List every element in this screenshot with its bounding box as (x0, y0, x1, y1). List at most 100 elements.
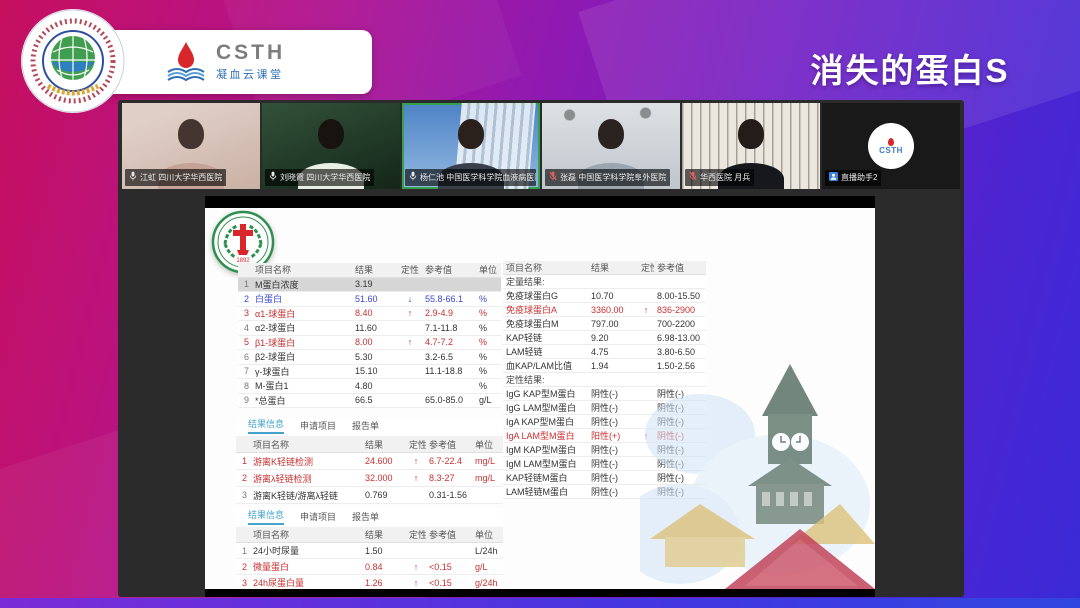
table-row[interactable]: 2微量蛋白0.84↑<0.15g/L (236, 559, 503, 575)
table-row[interactable]: 5β1-球蛋白8.00↑4.7-7.2% (238, 336, 501, 351)
cell-unit: % (476, 323, 501, 333)
participant-name: 刘晓霞 四川大学华西医院 (280, 173, 370, 183)
cell-reference: 55.8-66.1 (422, 294, 476, 304)
table-row[interactable]: KAP轻链M蛋白阴性(-)阴性(-) (503, 471, 706, 485)
col-header-1: 项目名称 (250, 528, 362, 541)
video-thumbnail-3[interactable]: 杨仁池 中国医学科学院血液病医院 (402, 103, 540, 189)
cell-result: 24.600 (362, 456, 406, 466)
table-row[interactable]: 2白蛋白51.60↓55.8-66.1% (238, 292, 501, 307)
table-row[interactable]: 324h尿蛋白量1.26↑<0.15g/24h (236, 575, 503, 589)
tab-3[interactable]: 报告单 (352, 510, 379, 525)
cell-item-name: 24h尿蛋白量 (250, 576, 362, 589)
table-row[interactable]: IgM KAP型M蛋白阴性(-)阴性(-) (503, 443, 706, 457)
cell-unit: % (476, 308, 501, 318)
col-header-5: 单位 (476, 263, 501, 276)
cell-result: 阴性(-) (588, 443, 638, 456)
cell-result: 1.26 (362, 578, 406, 588)
tab-2[interactable]: 申请项目 (300, 510, 336, 525)
video-thumbnail-2[interactable]: 刘晓霞 四川大学华西医院 (262, 103, 400, 189)
table-row[interactable]: IgM LAM型M蛋白阴性(-)阴性(-) (503, 457, 706, 471)
table-row[interactable]: LAM轻链M蛋白阴性(-)阴性(-) (503, 485, 706, 499)
cell-result: 5.30 (352, 352, 398, 362)
cell-reference: 836-2900 (654, 305, 706, 315)
table-row[interactable]: 3游离K轻链/游离λ轻链0.7690.31-1.56 (236, 487, 503, 504)
cell-index: 3 (236, 490, 250, 500)
cell-item-name: M-蛋白1 (252, 379, 352, 392)
table-row[interactable]: IgA LAM型M蛋白阳性(+)↑阴性(-) (503, 429, 706, 443)
tab-3[interactable]: 报告单 (352, 419, 379, 434)
table-row[interactable]: 9*总蛋白66.565.0-85.0g/L (238, 394, 501, 409)
video-thumbnail-4[interactable]: 张磊 中国医学科学院阜外医院 (542, 103, 680, 189)
cell-unit: % (476, 366, 501, 376)
cell-reference: 4.7-7.2 (422, 337, 476, 347)
mic-icon (409, 171, 417, 184)
table-row[interactable]: 124小时尿量1.50L/24h (236, 543, 503, 559)
participant-name: 张磊 中国医学科学院阜外医院 (560, 173, 666, 183)
cell-item-name: IgA LAM型M蛋白 (503, 429, 588, 442)
table-row[interactable]: 定性结果: (503, 373, 706, 387)
cell-result: 阴性(-) (588, 485, 638, 498)
cell-reference: 2.9-4.9 (422, 308, 476, 318)
cell-reference: 阴性(-) (654, 415, 706, 428)
cell-unit: g/L (476, 395, 501, 405)
cell-result: 11.60 (352, 323, 398, 333)
table-tabbar: 结果信息 申请项目 报告单 (236, 417, 503, 434)
table-row[interactable]: 1游离K轻链检测24.600↑6.7-22.4mg/L (236, 453, 503, 470)
table-row[interactable]: 3α1-球蛋白8.40↑2.9-4.9% (238, 307, 501, 322)
table-header-row: 项目名称结果定性参考值单位 (236, 527, 503, 543)
cell-result: 51.60 (352, 294, 398, 304)
table-row[interactable]: 血KAP/LAM比值1.941.50-2.56 (503, 359, 706, 373)
csth-subtitle: 凝血云课堂 (216, 66, 285, 82)
col-header-3: 定性 (398, 263, 422, 276)
cell-item-name: 游离K轻链检测 (250, 455, 362, 468)
table-row[interactable]: 8M-蛋白14.80% (238, 379, 501, 394)
table-row[interactable]: 1M蛋白浓度3.19 (238, 278, 501, 293)
cell-result: 阳性(+) (588, 429, 638, 442)
participant-name: 直播助手2 (841, 173, 877, 183)
cell-item-name: 微量蛋白 (250, 560, 362, 573)
cell-result: 4.80 (352, 381, 398, 391)
participant-name: 杨仁池 中国医学科学院血液病医院 (420, 173, 536, 183)
table-row[interactable]: 定量结果: (503, 275, 706, 289)
video-thumbnail-5[interactable]: 华西医院 月兵 (682, 103, 820, 189)
cell-result: 阴性(-) (588, 401, 638, 414)
cell-reference: 阴性(-) (654, 401, 706, 414)
table-row[interactable]: 4α2-球蛋白11.607.1-11.8% (238, 321, 501, 336)
cell-reference: 3.2-6.5 (422, 352, 476, 362)
table-row[interactable]: 免疫球蛋白A3360.00↑836-2900 (503, 303, 706, 317)
cell-item-name: 游离λ轻链检测 (250, 472, 362, 485)
cell-reference: 8.3-27 (426, 473, 472, 483)
table-row[interactable]: KAP轻链9.206.98-13.00 (503, 331, 706, 345)
tab-2[interactable]: 申请项目 (300, 419, 336, 434)
cell-index: 9 (238, 395, 252, 405)
table-row[interactable]: IgA KAP型M蛋白阴性(-)阴性(-) (503, 415, 706, 429)
table-row[interactable]: 免疫球蛋白G10.708.00-15.50 (503, 289, 706, 303)
cell-item-name: IgG LAM型M蛋白 (503, 401, 588, 414)
video-thumbnail-1[interactable]: 江虹 四川大学华西医院 (122, 103, 260, 189)
cell-result: 阴性(-) (588, 457, 638, 470)
tab-1[interactable]: 结果信息 (248, 417, 284, 434)
cell-index: 3 (238, 308, 252, 318)
cell-item-name: 免疫球蛋白G (503, 289, 588, 302)
participant-name-label: 杨仁池 中国医学科学院血液病医院 (405, 169, 536, 186)
table-header-row: 项目名称结果定性参考值单位 (238, 263, 501, 278)
table-row[interactable]: 2游离λ轻链检测32.000↑8.3-27mg/L (236, 470, 503, 487)
table-row[interactable]: LAM轻链4.753.80-6.50 (503, 345, 706, 359)
cell-flag: ↑ (638, 431, 654, 441)
cell-item-name: γ-球蛋白 (252, 365, 352, 378)
cell-index: 3 (236, 578, 250, 588)
table-row[interactable]: 6β2-球蛋白5.303.2-6.5% (238, 350, 501, 365)
mic-icon (129, 171, 137, 184)
table-row[interactable]: IgG KAP型M蛋白阴性(-)阴性(-) (503, 387, 706, 401)
video-thumbnail-6[interactable]: CSTH直播助手2 (822, 103, 960, 189)
cell-index: 2 (238, 294, 252, 304)
cell-item-name: LAM轻链M蛋白 (503, 485, 588, 498)
table-row[interactable]: 7γ-球蛋白15.1011.1-18.8% (238, 365, 501, 380)
tab-1[interactable]: 结果信息 (248, 508, 284, 525)
video-strip: 江虹 四川大学华西医院刘晓霞 四川大学华西医院 杨仁池 中国医学科学院血液病医院 张… (122, 103, 960, 189)
immunofixation-table: 项目名称结果定性参考值定量结果:免疫球蛋白G10.708.00-15.50免疫球… (503, 261, 706, 499)
table-header-row: 项目名称结果定性参考值单位 (236, 436, 503, 453)
cell-item-name: 定量结果: (503, 275, 588, 288)
table-row[interactable]: 免疫球蛋白M797.00700-2200 (503, 317, 706, 331)
table-row[interactable]: IgG LAM型M蛋白阴性(-)阴性(-) (503, 401, 706, 415)
